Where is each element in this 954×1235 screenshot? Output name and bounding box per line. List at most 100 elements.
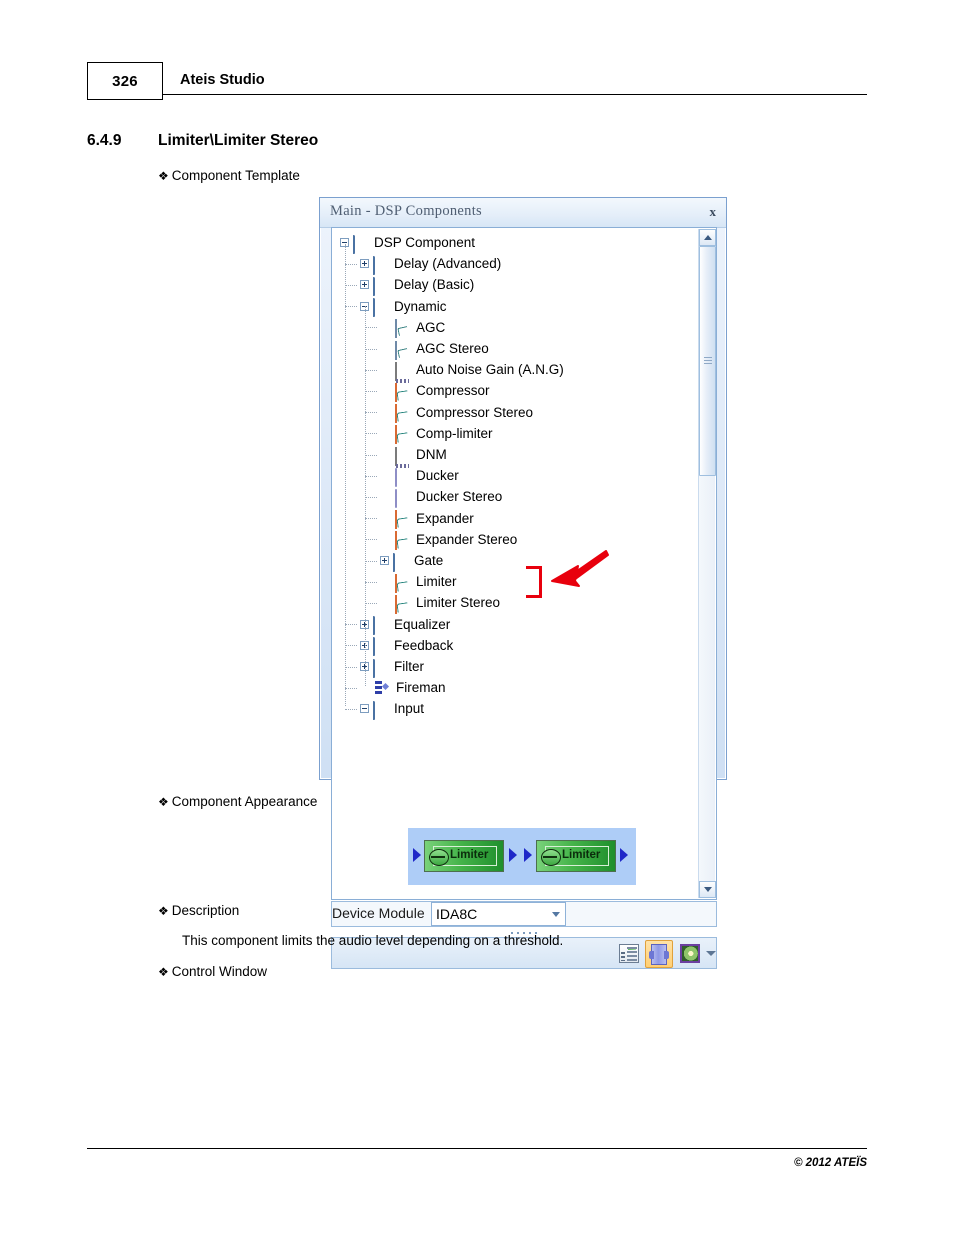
tree-guide-line [345,687,357,689]
scroll-down-button[interactable] [699,881,716,898]
tree-item-limiter-stereo[interactable]: Limiter Stereo [380,592,500,614]
limiter-stereo-block: Limiter [536,840,616,872]
close-icon[interactable]: x [710,204,717,220]
tree-item-label: Compressor Stereo [416,404,534,420]
annotation-bracket [526,566,542,598]
tree-item-dsp-component[interactable]: DSP Component [340,232,475,254]
scrollbar-grip-icon [704,357,712,365]
tree-item-label: Expander Stereo [416,531,518,547]
stereo-output-port-icon [620,848,628,862]
tree-item-compressor-stereo[interactable]: Compressor Stereo [380,402,534,424]
tree-item-expander[interactable]: Expander [380,508,474,530]
tree-guide-line [345,666,357,668]
icon-glyph [373,637,375,657]
icon-glyph [373,276,375,296]
tree-item-auto-noise-gain-a-n-g[interactable]: Auto Noise Gain (A.N.G) [380,359,564,381]
noise-meter-icon [395,361,411,381]
details-bars-icon [627,947,637,961]
icon-glyph [393,552,395,572]
details-view-icon[interactable] [619,944,639,963]
tree-item-delay-basic[interactable]: Delay (Basic) [360,274,475,296]
tree-item-delay-advanced[interactable]: Delay (Advanced) [360,253,502,275]
expand-plus-icon[interactable] [360,280,369,290]
annotation-arrow-icon [551,550,609,587]
folder-closed-icon [393,552,409,572]
tree-item-label: Delay (Advanced) [394,256,502,272]
tree-guide-line [365,412,377,414]
transfer-curve-icon [395,573,411,593]
diamond-bullet-icon: ❖ [158,965,169,979]
expand-plus-icon[interactable] [380,556,389,566]
icon-glyph [395,531,397,551]
picture-view-icon[interactable] [680,944,700,963]
noise-meter-icon [395,446,411,466]
tree-guide-line [345,263,357,265]
tree-item-expander-stereo[interactable]: Expander Stereo [380,529,518,551]
bullet-label: Description [171,903,240,918]
tree-guide-line [365,560,377,562]
tree-guide-line [345,645,357,647]
folder-closed-icon [373,637,389,657]
tree-item-agc[interactable]: AGC [380,317,445,339]
folder-closed-icon [373,616,389,636]
tree-item-input[interactable]: Input [360,698,424,720]
limiter-knob-icon [429,849,449,866]
device-module-label: Device Module [332,905,425,921]
scroll-up-button[interactable] [699,229,716,246]
folder-closed-icon [373,255,389,275]
tree-item-equalizer[interactable]: Equalizer [360,614,450,636]
diamond-bullet-icon: ❖ [158,904,169,918]
tree-item-comp-limiter[interactable]: Comp-limiter [380,423,493,445]
tree-item-filter[interactable]: Filter [360,656,424,678]
icon-glyph [395,319,397,339]
chevron-down-icon[interactable] [552,912,560,917]
tree-vertical-scrollbar[interactable] [698,229,716,898]
fireman-icon [375,681,391,695]
scrollbar-thumb[interactable] [699,246,716,476]
tree-item-fireman[interactable]: Fireman [360,677,446,698]
tree-item-gate[interactable]: Gate [380,550,443,572]
expand-plus-icon[interactable] [360,259,369,269]
tree-guide-line [345,306,357,308]
tree-item-ducker[interactable]: Ducker [380,465,459,487]
icon-glyph [395,382,397,402]
panel-view-icon [649,944,669,965]
component-tree-panel[interactable]: DSP Component Delay (Advanced) Delay (Basi… [331,227,717,900]
tree-item-feedback[interactable]: Feedback [360,635,453,657]
ducker-icon [395,467,411,487]
limiter-block-label: Limiter [450,849,489,861]
transfer-curve-icon [395,531,411,551]
bullet-label: Component Template [171,168,300,183]
dialog-titlebar[interactable]: Main - DSP Components x [320,198,726,228]
toolbar-overflow-chevron-icon[interactable] [706,951,716,956]
stereo-input-port-icon [524,848,532,862]
tree-item-label: AGC Stereo [416,341,489,357]
tree-item-dynamic[interactable]: Dynamic [360,296,447,318]
tree-item-limiter[interactable]: Limiter [380,571,457,593]
icon-glyph [373,255,375,275]
icon-glyph [373,700,375,720]
tree-item-label: Dynamic [394,298,447,314]
tree-item-ducker-stereo[interactable]: Ducker Stereo [380,486,503,508]
transfer-curve-icon [395,594,411,614]
dialog-title: Main - DSP Components [330,203,482,219]
device-module-value: IDA8C [436,906,478,922]
bullet-component-appearance: ❖ Component Appearance [158,794,317,809]
tree-item-compressor[interactable]: Compressor [380,380,490,402]
tree-item-label: Delay (Basic) [394,277,475,293]
icon-glyph [395,404,397,424]
device-module-select[interactable]: IDA8C [431,902,566,926]
bullet-component-template: ❖ Component Template [158,168,300,183]
panel-view-button[interactable] [645,940,673,968]
footer-copyright: © 2012 ATEÏS [793,1157,867,1169]
ducker-icon [395,488,411,508]
folder-closed-icon [373,276,389,296]
tree-guide-line [365,348,377,350]
tree-item-label: Ducker Stereo [416,489,503,505]
limiter-block-label: Limiter [562,849,601,861]
collapse-minus-icon[interactable] [360,704,369,714]
tree-item-agc-stereo[interactable]: AGC Stereo [380,338,489,360]
section-number: 6.4.9 [87,132,122,149]
icon-glyph [395,361,397,381]
tree-item-dnm[interactable]: DNM [380,444,447,466]
